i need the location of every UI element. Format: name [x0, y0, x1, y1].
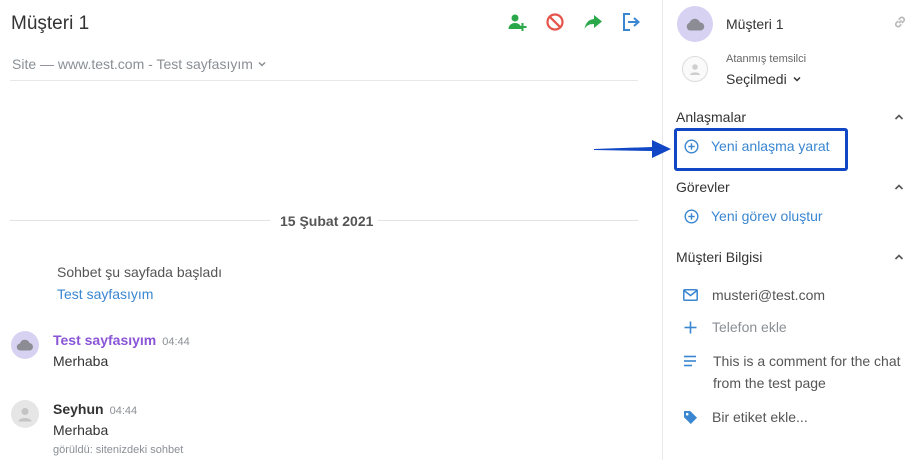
link-icon — [894, 16, 906, 28]
chat-actions — [505, 10, 643, 34]
divider — [10, 220, 270, 221]
exit-icon — [623, 13, 641, 31]
comment-lines-icon — [684, 355, 696, 367]
customer-info-title: Müşteri Bilgisi — [676, 249, 763, 265]
start-page-link[interactable]: Test sayfasıyım — [57, 286, 153, 302]
message-author: Test sayfasıyım — [53, 332, 157, 348]
new-task-button[interactable]: Yeni görev oluştur — [684, 208, 823, 224]
deals-section-title: Anlaşmalar — [676, 109, 747, 125]
add-user-icon — [508, 14, 527, 31]
phone-placeholder: Telefon ekle — [712, 319, 787, 335]
exit-chat-button[interactable] — [619, 10, 643, 34]
arrow-icon — [594, 140, 671, 158]
seen-status: görüldü: sitenizdeki sohbet — [53, 444, 184, 456]
system-message: Sohbet şu sayfada başladı — [57, 264, 223, 280]
block-button[interactable] — [543, 10, 567, 34]
agent-avatar — [682, 56, 708, 82]
comment-text: This is a comment for the chat from the … — [713, 353, 901, 391]
highlight-box — [674, 128, 848, 171]
customer-name: Müşteri 1 — [726, 16, 784, 32]
block-icon — [546, 13, 564, 31]
chevron-up-icon — [894, 254, 904, 260]
agent-selector[interactable]: Seçilmedi — [726, 71, 802, 87]
plus-circle-icon — [684, 208, 699, 224]
message-author-line: Test sayfasıyım 04:44 — [53, 332, 190, 348]
copy-link-button[interactable] — [892, 14, 908, 35]
avatar — [11, 400, 39, 428]
site-selector[interactable]: Site — www.test.com - Test sayfasıyım — [12, 56, 267, 72]
forward-icon — [584, 15, 602, 29]
message-author-line: Seyhun 04:44 — [53, 401, 137, 417]
tag-placeholder: Bir etiket ekle... — [712, 409, 808, 425]
user-icon — [690, 64, 700, 75]
cloud-icon — [686, 18, 705, 30]
message-time: 04:44 — [162, 336, 190, 348]
email-field[interactable]: musteri@test.com — [683, 287, 825, 303]
cloud-icon — [16, 339, 33, 351]
collapse-deals-button[interactable] — [893, 110, 905, 128]
add-user-button[interactable] — [505, 10, 529, 34]
envelope-icon — [683, 289, 698, 301]
divider — [10, 80, 638, 81]
collapse-tasks-button[interactable] — [893, 180, 905, 198]
tag-field[interactable]: Bir etiket ekle... — [683, 409, 808, 425]
chevron-down-icon — [793, 76, 801, 82]
email-value: musteri@test.com — [712, 287, 826, 303]
tasks-section-title: Görevler — [676, 179, 730, 195]
avatar — [677, 6, 713, 42]
avatar — [11, 331, 39, 359]
customer-sidebar: Müşteri 1 Atanmış temsilci Seçilmedi Anl… — [662, 0, 919, 460]
agent-value: Seçilmedi — [726, 71, 787, 87]
phone-field[interactable]: Telefon ekle — [683, 319, 787, 335]
chevron-down-icon — [258, 61, 266, 67]
divider — [378, 220, 638, 221]
chevron-up-icon — [894, 184, 904, 190]
agent-label: Atanmış temsilci — [726, 53, 807, 65]
plus-icon — [684, 321, 697, 333]
date-separator: 15 Şubat 2021 — [10, 211, 638, 231]
message-author: Seyhun — [53, 401, 104, 417]
new-task-label: Yeni görev oluştur — [711, 208, 823, 224]
chevron-up-icon — [894, 114, 904, 120]
user-icon — [18, 408, 32, 422]
message-time: 04:44 — [109, 405, 138, 417]
date-label: 15 Şubat 2021 — [280, 213, 374, 229]
message-text: Merhaba — [53, 353, 109, 369]
forward-button[interactable] — [581, 10, 605, 34]
site-line: Site — www.test.com - Test sayfasıyım — [12, 56, 253, 72]
chat-pane: Müşteri 1 Site — www.test.com - Test say… — [0, 0, 662, 460]
tag-icon — [684, 410, 697, 424]
collapse-info-button[interactable] — [893, 250, 905, 268]
message-text: Merhaba — [53, 422, 109, 438]
chat-title: Müşteri 1 — [11, 13, 90, 34]
